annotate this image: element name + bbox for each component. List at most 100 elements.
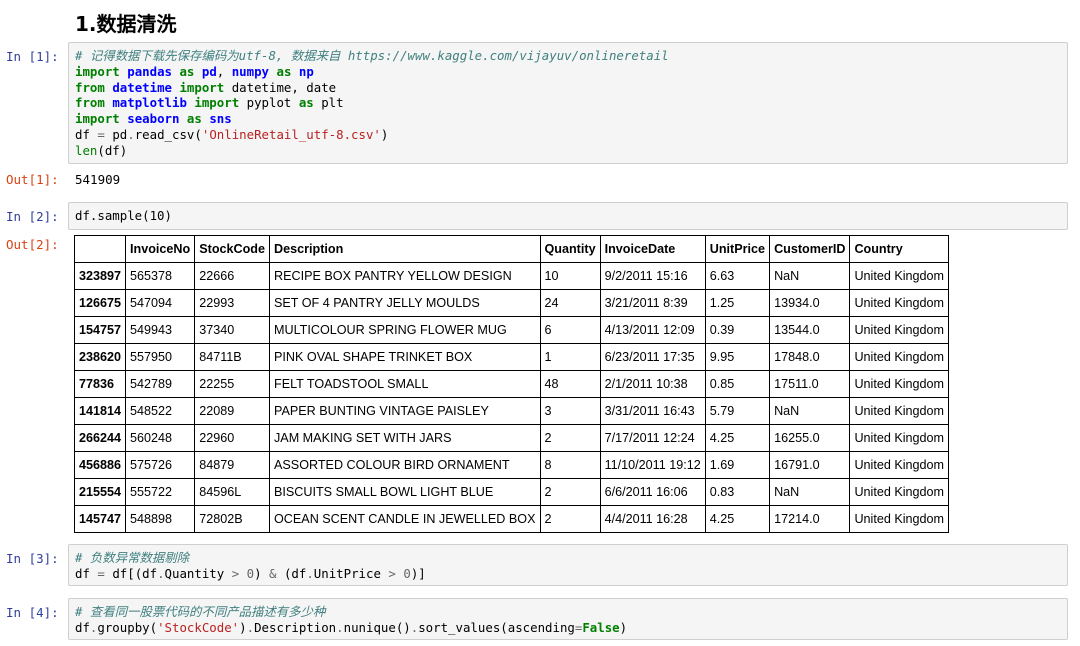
table-cell: United Kingdom (849, 478, 950, 506)
table-cell: 16255.0 (769, 424, 851, 452)
table-cell: 8 (539, 451, 601, 479)
table-row: 215554 555722 84596L BISCUITS SMALL BOWL LI… (73, 478, 950, 506)
table-cell: United Kingdom (849, 451, 950, 479)
table-cell: 84596L (194, 478, 270, 506)
column-header: CustomerID (769, 235, 851, 263)
table-row: 126675 547094 22993 SET OF 4 PANTRY JELLY M… (73, 289, 950, 317)
column-header: InvoiceDate (599, 235, 706, 263)
table-cell: United Kingdom (849, 343, 950, 371)
table-cell: 9/2/2011 15:16 (599, 262, 706, 290)
table-cell: United Kingdom (849, 424, 950, 452)
row-index-cell: 215554 (73, 478, 127, 506)
row-index-cell: 126675 (73, 289, 127, 317)
table-cell: 10 (539, 262, 601, 290)
cell1-output: 541909 (75, 172, 121, 187)
table-cell: 37340 (194, 316, 270, 344)
table-cell: 4.25 (704, 424, 771, 452)
table-cell: 11/10/2011 19:12 (599, 451, 706, 479)
dataframe-table: InvoiceNo StockCode Description Quantity Inv… (73, 235, 950, 533)
table-cell: 6/6/2011 16:06 (599, 478, 706, 506)
table-row: 323897 565378 22666 RECIPE BOX PANTRY YELLO… (73, 262, 950, 290)
cell1-in-prompt: In [1]: (6, 49, 59, 64)
table-cell: 542789 (125, 370, 196, 398)
row-index-cell: 77836 (73, 370, 127, 398)
table-cell: NaN (769, 397, 851, 425)
table-row: 266244 560248 22960 JAM MAKING SET WITH JAR… (73, 424, 950, 452)
column-header: Quantity (539, 235, 601, 263)
table-cell: 0.83 (704, 478, 771, 506)
table-row: 145747 548898 72802B OCEAN SCENT CANDLE IN … (73, 505, 950, 533)
table-cell: United Kingdom (849, 370, 950, 398)
table-row: 456886 575726 84879 ASSORTED COLOUR BIRD OR… (73, 451, 950, 479)
table-cell: 22089 (194, 397, 270, 425)
cell2-in-prompt: In [2]: (6, 209, 59, 224)
table-cell: JAM MAKING SET WITH JARS (269, 424, 541, 452)
table-cell: 22255 (194, 370, 270, 398)
table-cell: 2 (539, 478, 601, 506)
table-cell: ASSORTED COLOUR BIRD ORNAMENT (269, 451, 541, 479)
table-cell: 565378 (125, 262, 196, 290)
code-cell-2[interactable]: df.sample(10) (68, 202, 1068, 230)
table-cell: 22666 (194, 262, 270, 290)
row-index-cell: 266244 (73, 424, 127, 452)
table-cell: 1.25 (704, 289, 771, 317)
table-cell: 17848.0 (769, 343, 851, 371)
cell2-code: df.sample(10) (75, 208, 172, 223)
table-cell: 22993 (194, 289, 270, 317)
cell3-comment: # 负数异常数据剔除 (75, 550, 190, 565)
table-cell: 3/21/2011 8:39 (599, 289, 706, 317)
table-cell: 0.39 (704, 316, 771, 344)
table-cell: 17511.0 (769, 370, 851, 398)
row-index-cell: 238620 (73, 343, 127, 371)
table-cell: 17214.0 (769, 505, 851, 533)
table-cell: 16791.0 (769, 451, 851, 479)
table-cell: 13934.0 (769, 289, 851, 317)
table-cell: PAPER BUNTING VINTAGE PAISLEY (269, 397, 541, 425)
cell3-in-prompt: In [3]: (6, 551, 59, 566)
table-cell: 560248 (125, 424, 196, 452)
cell1-out-prompt: Out[1]: (6, 172, 59, 187)
row-index-cell: 154757 (73, 316, 127, 344)
index-header (73, 235, 127, 263)
table-cell: 4/4/2011 16:28 (599, 505, 706, 533)
code-cell-3[interactable]: # 负数异常数据剔除 df = df[(df.Quantity > 0) & (… (68, 544, 1068, 586)
table-cell: 555722 (125, 478, 196, 506)
cell4-in-prompt: In [4]: (6, 605, 59, 620)
column-header: InvoiceNo (125, 235, 196, 263)
column-header: StockCode (194, 235, 270, 263)
table-cell: 2 (539, 505, 601, 533)
table-cell: MULTICOLOUR SPRING FLOWER MUG (269, 316, 541, 344)
cell4-comment: # 查看同一股票代码的不同产品描述有多少种 (75, 604, 326, 619)
table-cell: FELT TOADSTOOL SMALL (269, 370, 541, 398)
row-index-cell: 323897 (73, 262, 127, 290)
table-row: 154757 549943 37340 MULTICOLOUR SPRING FLOW… (73, 316, 950, 344)
code-cell-4[interactable]: # 查看同一股票代码的不同产品描述有多少种 df.groupby('StockC… (68, 598, 1068, 640)
table-cell: SET OF 4 PANTRY JELLY MOULDS (269, 289, 541, 317)
table-cell: 9.95 (704, 343, 771, 371)
table-header-row: InvoiceNo StockCode Description Quantity Inv… (73, 235, 950, 263)
row-index-cell: 456886 (73, 451, 127, 479)
table-cell: 548898 (125, 505, 196, 533)
table-cell: 24 (539, 289, 601, 317)
table-cell: 1.69 (704, 451, 771, 479)
table-cell: 557950 (125, 343, 196, 371)
table-cell: 548522 (125, 397, 196, 425)
table-row: 141814 548522 22089 PAPER BUNTING VINTAGE P… (73, 397, 950, 425)
table-cell: 575726 (125, 451, 196, 479)
cell1-comment: # 记得数据下载先保存编码为utf-8, 数据来自 https://www.ka… (75, 48, 669, 63)
table-cell: United Kingdom (849, 505, 950, 533)
column-header: UnitPrice (704, 235, 771, 263)
table-cell: 5.79 (704, 397, 771, 425)
table-cell: BISCUITS SMALL BOWL LIGHT BLUE (269, 478, 541, 506)
table-cell: 549943 (125, 316, 196, 344)
table-cell: 13544.0 (769, 316, 851, 344)
table-cell: 22960 (194, 424, 270, 452)
code-cell-1[interactable]: # 记得数据下载先保存编码为utf-8, 数据来自 https://www.ka… (68, 42, 1068, 164)
table-cell: United Kingdom (849, 316, 950, 344)
section-heading: 1.数据清洗 (75, 12, 177, 36)
table-cell: 84879 (194, 451, 270, 479)
table-cell: 6/23/2011 17:35 (599, 343, 706, 371)
table-cell: United Kingdom (849, 262, 950, 290)
cell2-out-prompt: Out[2]: (6, 237, 59, 252)
table-cell: 84711B (194, 343, 270, 371)
